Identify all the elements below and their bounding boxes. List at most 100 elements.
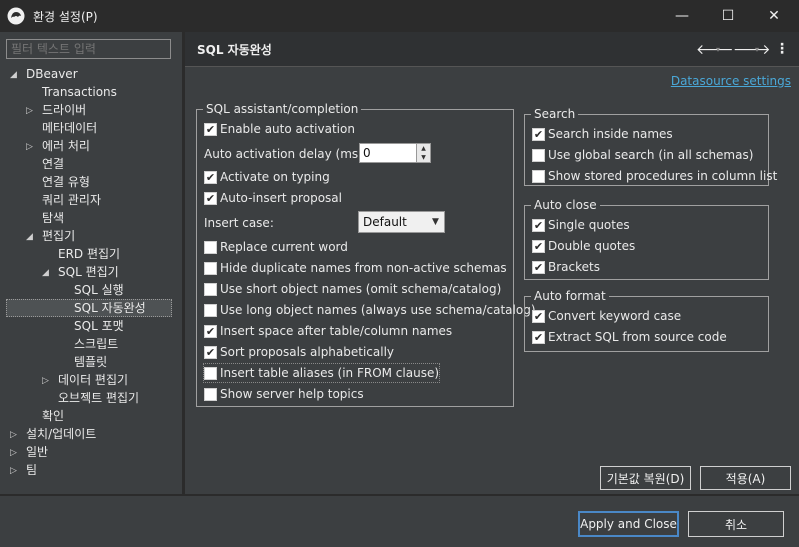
tree-item-sql-execute[interactable]: SQL 실행	[74, 281, 124, 299]
insert-aliases-checkbox[interactable]: Insert table aliases (in FROM clause)	[202, 363, 441, 383]
tree-item-general[interactable]: 일반	[26, 443, 48, 461]
delay-spinner[interactable]: 0 ▲ ▼	[359, 143, 431, 163]
checkmark-icon: ✔	[532, 218, 545, 232]
close-window-button[interactable]: ✕	[751, 0, 797, 32]
assistant-legend: SQL assistant/completion	[203, 101, 362, 117]
hide-duplicates-checkbox[interactable]: Hide duplicate names from non-active sch…	[204, 259, 507, 277]
tree-item-sql-format[interactable]: SQL 포맷	[74, 317, 124, 335]
insert-case-select[interactable]: Default ▼	[358, 211, 445, 233]
tree-item-scripts[interactable]: 스크립트	[74, 335, 118, 353]
tree-item-error-handling[interactable]: 에러 처리	[42, 137, 90, 155]
stored-procs-checkbox[interactable]: Show stored procedures in column list	[532, 167, 777, 185]
forward-arrow-icon[interactable]: 🡒	[733, 41, 771, 58]
apply-and-close-button[interactable]: Apply and Close	[578, 511, 679, 537]
dialog-button-bar: Apply and Close 취소	[0, 496, 799, 547]
checkmark-icon: ✔	[204, 345, 217, 359]
extract-sql-checkbox[interactable]: ✔ Extract SQL from source code	[532, 328, 727, 346]
checkmark-icon: ✔	[532, 309, 545, 323]
tree-item-transactions[interactable]: Transactions	[42, 83, 117, 101]
tree-item-object-editor[interactable]: 오브젝트 편집기	[58, 389, 139, 407]
server-help-checkbox[interactable]: Show server help topics	[204, 385, 364, 403]
enable-auto-activation-checkbox[interactable]: ✔ Enable auto activation	[204, 120, 355, 138]
checkbox-empty-icon	[204, 366, 217, 380]
tree-item-query-manager[interactable]: 쿼리 관리자	[42, 191, 101, 209]
spin-up-icon[interactable]: ▲	[417, 144, 430, 153]
delay-value: 0	[363, 146, 371, 160]
title-bar: 환경 설정(P) — ☐ ✕	[0, 0, 799, 32]
forward-dropdown-icon[interactable]: ▾	[755, 45, 759, 54]
tree-item-navigation[interactable]: 탐색	[42, 209, 64, 227]
tree-item-connection-types[interactable]: 연결 유형	[42, 173, 90, 191]
expanded-arrow-icon[interactable]: ◢	[10, 70, 17, 80]
search-inside-names-checkbox[interactable]: ✔ Search inside names	[532, 125, 673, 143]
checkmark-icon: ✔	[532, 330, 545, 344]
page-title: SQL 자동완성	[197, 43, 272, 57]
double-quotes-checkbox[interactable]: ✔ Double quotes	[532, 237, 635, 255]
checkbox-empty-icon	[532, 169, 545, 183]
minimize-button[interactable]: —	[659, 0, 705, 32]
search-group: Search ✔ Search inside names Use global s…	[524, 106, 777, 186]
collapsed-arrow-icon[interactable]: ▷	[10, 466, 17, 476]
window-title: 환경 설정(P)	[33, 9, 98, 24]
insert-space-checkbox[interactable]: ✔ Insert space after table/column names	[204, 322, 452, 340]
checkmark-icon: ✔	[532, 127, 545, 141]
single-quotes-checkbox[interactable]: ✔ Single quotes	[532, 216, 630, 234]
tree-item-data-editor[interactable]: 데이터 편집기	[58, 371, 128, 389]
replace-word-checkbox[interactable]: Replace current word	[204, 238, 348, 256]
tree-item-drivers[interactable]: 드라이버	[42, 101, 86, 119]
chevron-down-icon: ▼	[432, 217, 439, 227]
more-menu-icon[interactable]: ⋮	[775, 41, 789, 57]
autoformat-group: Auto format ✔ Convert keyword case ✔ Extra…	[524, 288, 769, 352]
datasource-settings-link[interactable]: Datasource settings	[671, 74, 791, 88]
tree-item-confirmations[interactable]: 확인	[42, 407, 64, 425]
collapsed-arrow-icon[interactable]: ▷	[26, 142, 33, 152]
checkbox-empty-icon	[204, 303, 217, 317]
maximize-button[interactable]: ☐	[705, 0, 751, 32]
tree-item-sql-completion[interactable]: SQL 자동완성	[6, 299, 172, 317]
back-arrow-icon[interactable]: 🡐	[696, 41, 734, 58]
short-names-checkbox[interactable]: Use short object names (omit schema/cata…	[204, 280, 501, 298]
insert-case-label: Insert case:	[204, 216, 274, 230]
keyword-case-checkbox[interactable]: ✔ Convert keyword case	[532, 307, 681, 325]
collapsed-arrow-icon[interactable]: ▷	[10, 448, 17, 458]
brackets-checkbox[interactable]: ✔ Brackets	[532, 258, 600, 276]
collapsed-arrow-icon[interactable]: ▷	[26, 106, 33, 116]
tree-item-connections[interactable]: 연결	[42, 155, 64, 173]
search-legend: Search	[531, 106, 579, 122]
activate-on-typing-checkbox[interactable]: ✔ Activate on typing	[204, 168, 330, 186]
autoclose-legend: Auto close	[531, 197, 600, 213]
checkmark-icon: ✔	[204, 324, 217, 338]
tree-item-erd-editor[interactable]: ERD 편집기	[58, 245, 120, 263]
cancel-button[interactable]: 취소	[688, 511, 784, 537]
tree-item-team[interactable]: 팀	[26, 461, 37, 479]
collapsed-arrow-icon[interactable]: ▷	[42, 376, 49, 386]
tree-item-editors[interactable]: 편집기	[42, 227, 75, 245]
preferences-tree-pane: ◢ DBeaver Transactions ▷ 드라이버 메타데이터 ▷ 에러…	[0, 32, 182, 494]
expanded-arrow-icon[interactable]: ◢	[26, 232, 33, 242]
long-names-checkbox[interactable]: Use long object names (always use schema…	[204, 301, 536, 319]
back-dropdown-icon[interactable]: ▾	[716, 45, 720, 54]
collapsed-arrow-icon[interactable]: ▷	[10, 430, 17, 440]
checkbox-empty-icon	[204, 261, 217, 275]
preference-page: SQL 자동완성 🡐 ▾ 🡒 ▾ ⋮ Datasource settings S…	[185, 32, 799, 494]
filter-input[interactable]	[6, 39, 171, 59]
checkmark-icon: ✔	[204, 122, 217, 136]
tree-item-templates[interactable]: 템플릿	[74, 353, 107, 371]
page-header: SQL 자동완성 🡐 ▾ 🡒 ▾ ⋮	[185, 32, 799, 67]
global-search-checkbox[interactable]: Use global search (in all schemas)	[532, 146, 753, 164]
dbeaver-logo-icon	[7, 7, 25, 25]
sort-alpha-checkbox[interactable]: ✔ Sort proposals alphabetically	[204, 343, 394, 361]
spin-down-icon[interactable]: ▼	[417, 153, 430, 162]
apply-button[interactable]: 적용(A)	[700, 466, 791, 490]
close-icon: ✕	[768, 8, 780, 24]
tree-item-sql-editor[interactable]: SQL 편집기	[58, 263, 119, 281]
expanded-arrow-icon[interactable]: ◢	[42, 268, 49, 278]
checkmark-icon: ✔	[532, 239, 545, 253]
autoformat-legend: Auto format	[531, 288, 609, 304]
tree-item-install-update[interactable]: 설치/업데이트	[26, 425, 96, 443]
restore-defaults-button[interactable]: 기본값 복원(D)	[600, 466, 691, 490]
checkmark-icon: ✔	[532, 260, 545, 274]
auto-insert-checkbox[interactable]: ✔ Auto-insert proposal	[204, 189, 342, 207]
tree-item-dbeaver[interactable]: DBeaver	[26, 65, 78, 83]
tree-item-metadata[interactable]: 메타데이터	[42, 119, 97, 137]
